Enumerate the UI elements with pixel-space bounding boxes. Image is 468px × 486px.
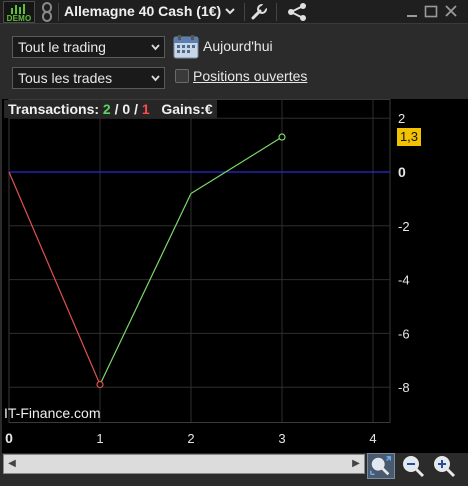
zoom-out-icon[interactable] xyxy=(399,453,427,479)
separator xyxy=(244,3,245,21)
instrument-name: Allemagne 40 Cash (1€) xyxy=(64,3,222,19)
x-tick-label: 2 xyxy=(187,431,194,446)
equity-chart[interactable]: 0 1 2 3 4 2 0 -2 -4 -6 -8 Transactions: 2 / 0 / 1 … xyxy=(2,99,468,453)
period-select-value: Tout le trading xyxy=(18,39,106,55)
demo-bars-icon xyxy=(11,4,25,14)
scroll-right-arrow-icon[interactable]: ▶ xyxy=(349,455,363,473)
bottom-bar: ◀ ▶ xyxy=(0,453,468,486)
minimize-icon[interactable] xyxy=(405,4,419,18)
stats-separator: / xyxy=(130,101,142,117)
last-value-badge: 1,3 xyxy=(397,128,421,146)
trade-point xyxy=(96,380,104,389)
transactions-label: Transactions: xyxy=(8,101,100,117)
separator xyxy=(58,3,59,21)
demo-badge[interactable]: DEMO xyxy=(3,1,35,23)
equity-line-segment xyxy=(8,171,101,385)
x-tick-label: 0 xyxy=(5,430,13,446)
share-icon[interactable] xyxy=(286,2,308,22)
trades-select[interactable]: Tous les trades xyxy=(12,67,165,89)
y-tick-label: 0 xyxy=(398,164,406,180)
demo-label: DEMO xyxy=(6,14,32,23)
gains-unit: € xyxy=(204,101,213,117)
period-select[interactable]: Tout le trading xyxy=(12,36,165,58)
horizontal-scrollbar[interactable]: ◀ ▶ xyxy=(3,454,365,474)
y-tick-label: -4 xyxy=(398,273,410,288)
y-tick-label: -2 xyxy=(398,219,410,234)
wins-count: 2 xyxy=(102,101,111,117)
open-positions-checkbox[interactable] xyxy=(175,69,189,83)
equity-line-segment xyxy=(190,136,283,195)
wrench-icon[interactable] xyxy=(250,3,268,21)
scroll-left-arrow-icon[interactable]: ◀ xyxy=(5,455,19,473)
maximize-icon[interactable] xyxy=(424,4,438,18)
today-label[interactable]: Aujourd'hui xyxy=(203,38,273,54)
zoom-in-icon[interactable] xyxy=(430,453,458,479)
calendar-icon[interactable] xyxy=(173,34,199,60)
close-icon[interactable] xyxy=(444,4,458,18)
instrument-selector[interactable]: Allemagne 40 Cash (1€) xyxy=(64,3,235,19)
title-bar: DEMO Allemagne 40 Cash (1€) xyxy=(0,0,468,24)
trades-select-value: Tous les trades xyxy=(18,70,113,86)
separator xyxy=(276,3,277,21)
x-tick-label: 1 xyxy=(96,431,103,446)
filter-toolbar: Tout le trading Aujourd'hui Tous les tra… xyxy=(0,25,468,99)
y-tick-label: -6 xyxy=(398,326,410,341)
chevron-down-icon xyxy=(225,8,235,15)
chevron-down-icon xyxy=(151,44,160,51)
stats-separator: / xyxy=(110,101,123,117)
open-positions-label[interactable]: Positions ouvertes xyxy=(193,68,307,84)
link-icon[interactable] xyxy=(40,2,54,22)
watermark: IT-Finance.com xyxy=(4,405,101,421)
chevron-down-icon xyxy=(151,75,160,82)
zoom-fit-icon[interactable] xyxy=(367,453,395,479)
losses-count: 1 xyxy=(141,101,150,117)
plot-frame xyxy=(8,99,391,423)
transactions-summary: Transactions: 2 / 0 / 1 Gains:€ xyxy=(4,100,217,118)
y-tick-label: -8 xyxy=(398,380,410,395)
equity-line-segment xyxy=(99,193,192,385)
chart-canvas: 0 1 2 3 4 2 0 -2 -4 -6 -8 xyxy=(5,99,410,446)
x-tick-label: 4 xyxy=(369,431,376,446)
trade-point xyxy=(278,133,286,141)
x-tick-label: 3 xyxy=(278,431,285,446)
y-tick-label: 2 xyxy=(398,111,405,126)
gains-label: Gains: xyxy=(161,101,205,117)
